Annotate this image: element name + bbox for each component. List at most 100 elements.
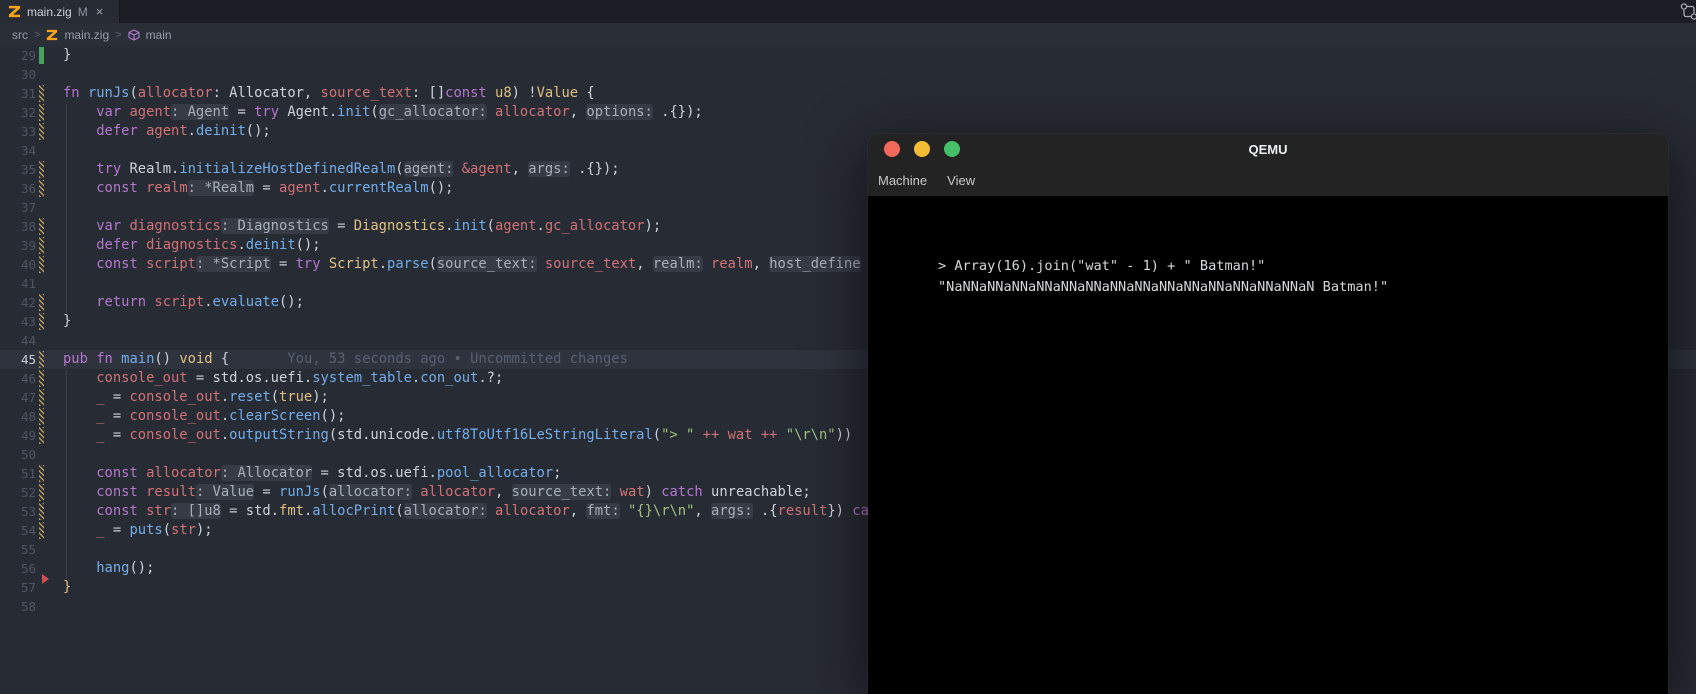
qemu-titlebar[interactable]: QEMU [868, 134, 1668, 164]
token: true [279, 389, 312, 405]
git-gutter-modified[interactable] [39, 237, 44, 254]
token: str [146, 503, 171, 519]
token: (); [429, 180, 454, 196]
token: } [63, 579, 71, 595]
terminal-output: > Array(16).join("wat" - 1) + " Batman!"… [938, 256, 1388, 298]
token [753, 427, 761, 443]
token: Realm. [121, 161, 179, 177]
token: puts [129, 522, 162, 538]
token: allocator [495, 503, 570, 519]
breadcrumb-item-symbol[interactable]: main [146, 28, 172, 42]
token: (std.unicode. [329, 427, 437, 443]
code-line[interactable]: 31fn runJs(allocator: Allocator, source_… [0, 84, 1696, 103]
token: unreachable; [703, 484, 811, 500]
inlay-hint: : Diagnostics [221, 218, 329, 234]
red-arrow-icon[interactable] [42, 574, 49, 584]
git-gutter-modified[interactable] [39, 427, 44, 444]
code-line[interactable]: 32 var agent: Agent = try Agent.init(gc_… [0, 103, 1696, 122]
token: (); [279, 294, 304, 310]
inlay-hint: agent: [404, 161, 454, 177]
qemu-menu-view[interactable]: View [947, 173, 975, 188]
token: Diagnostics [354, 218, 445, 234]
token: . [237, 237, 245, 253]
minimize-button[interactable] [914, 141, 930, 157]
token: const [96, 503, 138, 519]
breadcrumb-item-file[interactable]: main.zig [64, 28, 109, 42]
zig-file-icon [46, 29, 58, 41]
git-gutter-modified[interactable] [39, 123, 44, 140]
token: agent [146, 123, 188, 139]
git-gutter-modified[interactable] [39, 313, 44, 330]
git-gutter-modified[interactable] [39, 104, 44, 121]
qemu-terminal[interactable]: > Array(16).join("wat" - 1) + " Batman!"… [868, 196, 1668, 694]
token [321, 256, 329, 272]
line-number: 35 [0, 160, 36, 179]
zoom-button[interactable] [944, 141, 960, 157]
code-text: defer diagnostics.deinit(); [63, 236, 321, 255]
token: u8 [495, 85, 512, 101]
token [63, 218, 96, 234]
token: : [] [412, 85, 445, 101]
token: ( [395, 503, 403, 519]
code-text: const realm: *Realm = agent.currentRealm… [63, 179, 453, 198]
token: , [694, 503, 711, 519]
close-icon[interactable]: × [96, 5, 104, 18]
git-gutter-modified[interactable] [39, 370, 44, 387]
line-number: 39 [0, 236, 36, 255]
close-button[interactable] [884, 141, 900, 157]
token [487, 85, 495, 101]
code-line[interactable]: 30 [0, 65, 1696, 84]
git-gutter-modified[interactable] [39, 85, 44, 102]
git-gutter-modified[interactable] [39, 294, 44, 311]
git-branch-icon[interactable] [1678, 2, 1696, 21]
token: currentRealm [329, 180, 429, 196]
token: . [304, 503, 312, 519]
git-gutter-added[interactable] [39, 47, 44, 64]
line-number: 50 [0, 445, 36, 464]
git-blame: You, 53 seconds ago • Uncommitted change… [229, 351, 628, 367]
token [63, 180, 96, 196]
breadcrumb-item-src[interactable]: src [12, 28, 28, 42]
line-number: 34 [0, 141, 36, 160]
token: . [537, 218, 545, 234]
git-gutter-modified[interactable] [39, 256, 44, 273]
git-gutter-modified[interactable] [39, 218, 44, 235]
token [63, 237, 96, 253]
qemu-menu-machine[interactable]: Machine [878, 173, 927, 188]
git-gutter-modified[interactable] [39, 161, 44, 178]
tab-main-zig[interactable]: main.zig M × [0, 0, 120, 23]
token: Script [329, 256, 379, 272]
code-text: _ = console_out.reset(true); [63, 388, 329, 407]
git-gutter-modified[interactable] [39, 465, 44, 482]
code-line[interactable]: 29} [0, 46, 1696, 65]
token: "> " [661, 427, 694, 443]
git-gutter-modified[interactable] [39, 351, 44, 368]
token [138, 123, 146, 139]
cube-icon [128, 29, 140, 41]
token [63, 560, 96, 576]
git-gutter-modified[interactable] [39, 389, 44, 406]
token: try [296, 256, 321, 272]
token: . [412, 370, 420, 386]
code-text: return script.evaluate(); [63, 293, 304, 312]
token: result [778, 503, 828, 519]
token: )) [836, 427, 853, 443]
token [453, 161, 461, 177]
token: str [171, 522, 196, 538]
git-gutter-modified[interactable] [39, 503, 44, 520]
code-text: try Realm.initializeHostDefinedRealm(age… [63, 160, 620, 179]
token: source_text [545, 256, 636, 272]
git-gutter-modified[interactable] [39, 484, 44, 501]
git-gutter-modified[interactable] [39, 408, 44, 425]
line-number: 32 [0, 103, 36, 122]
code-text: _ = console_out.outputString(std.unicode… [63, 426, 852, 445]
git-gutter-modified[interactable] [39, 522, 44, 539]
token: = std.os.uefi. [188, 370, 313, 386]
token: console_out [129, 389, 220, 405]
token: . [221, 408, 229, 424]
token: var [96, 104, 121, 120]
inlay-hint: args: [711, 503, 753, 519]
token: realm [146, 180, 188, 196]
inlay-hint: allocator: [404, 503, 487, 519]
git-gutter-modified[interactable] [39, 180, 44, 197]
